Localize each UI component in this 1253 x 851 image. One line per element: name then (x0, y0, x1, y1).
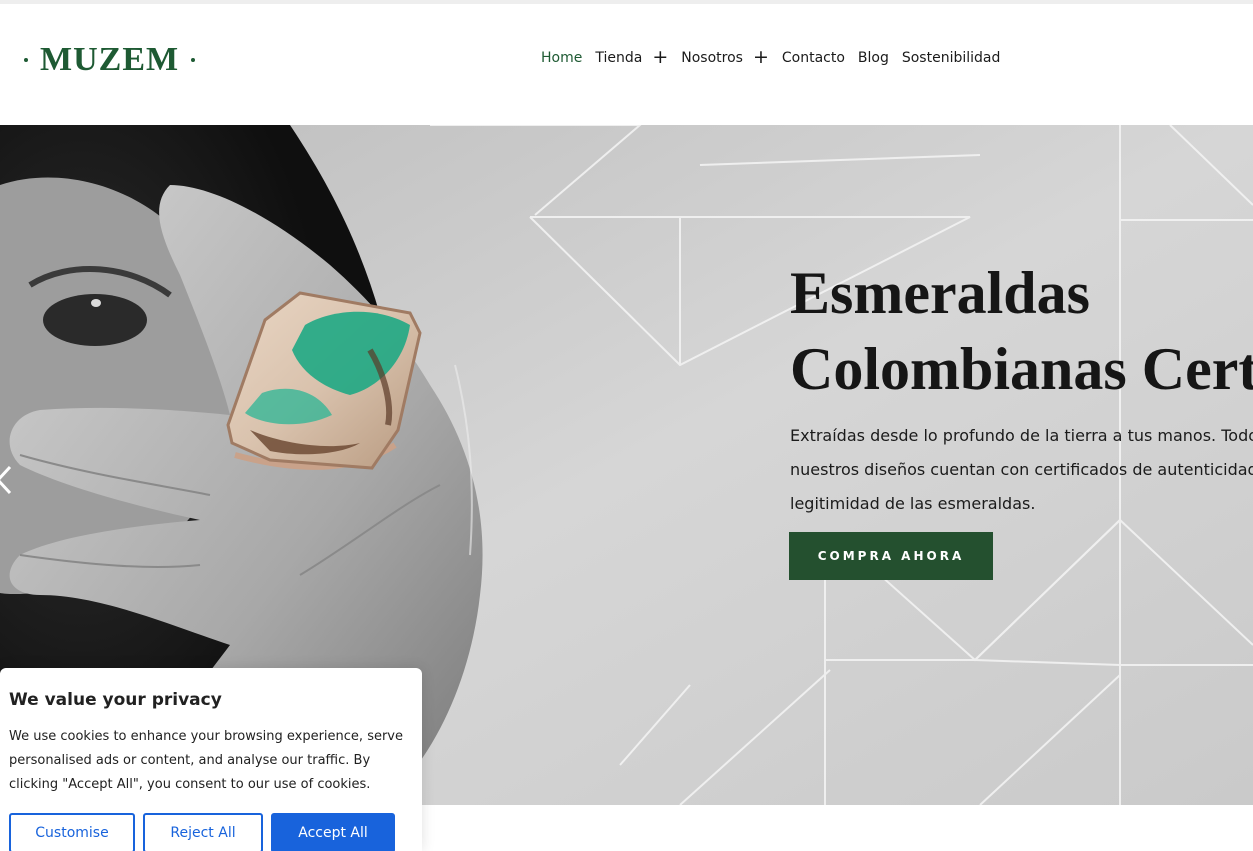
site-logo[interactable]: MUZEM (24, 40, 196, 80)
shop-now-button[interactable]: COMPRA AHORA (789, 532, 993, 580)
plus-icon[interactable]: + (652, 48, 668, 67)
plus-icon[interactable]: + (753, 48, 769, 67)
hero-title-line: Esmeraldas (790, 260, 1090, 326)
site-header: MUZEM Home Tienda + Nosotros + Contacto … (0, 4, 1253, 125)
cookie-title: We value your privacy (9, 690, 222, 710)
logo-dot-right (191, 58, 196, 62)
main-nav: Home Tienda + Nosotros + Contacto Blog S… (541, 48, 1013, 67)
nav-item-label: Home (541, 49, 583, 66)
nav-item-label: Nosotros (681, 49, 743, 66)
hero-description-line: Extraídas desde lo profundo de la tierra… (790, 426, 1253, 445)
nav-item-sostenibilidad[interactable]: Sostenibilidad (902, 50, 1001, 66)
reject-all-button[interactable]: Reject All (143, 813, 263, 851)
nav-item-blog[interactable]: Blog (858, 50, 889, 66)
nav-item-label: Contacto (781, 49, 845, 66)
nav-item-label: Sostenibilidad (901, 49, 1001, 66)
nav-item-home[interactable]: Home (541, 50, 582, 66)
nav-item-label: Tienda (595, 49, 643, 66)
nav-item-tienda[interactable]: Tienda + (595, 48, 668, 67)
logo-wordmark: MUZEM (40, 41, 180, 78)
chevron-left-icon[interactable] (0, 463, 14, 497)
logo-dot-left (24, 58, 28, 62)
nav-item-contacto[interactable]: Contacto (782, 50, 845, 66)
cookie-consent-banner: We value your privacy We use cookies to … (0, 668, 422, 851)
hero-title-line: Colombianas Certi (790, 336, 1253, 402)
hero-description-line: legitimidad de las esmeraldas. (790, 494, 1036, 513)
cookie-text: We use cookies to enhance your browsing … (9, 729, 403, 792)
nav-item-nosotros[interactable]: Nosotros + (681, 48, 769, 67)
accept-all-button[interactable]: Accept All (271, 813, 395, 851)
hero-title: Esmeraldas Colombianas Certi (790, 255, 1253, 407)
customise-button[interactable]: Customise (9, 813, 135, 851)
nav-item-label: Blog (857, 49, 889, 66)
hero-description: Extraídas desde lo profundo de la tierra… (790, 419, 1253, 521)
hero-description-line: nuestros diseños cuentan con certificado… (790, 460, 1253, 479)
